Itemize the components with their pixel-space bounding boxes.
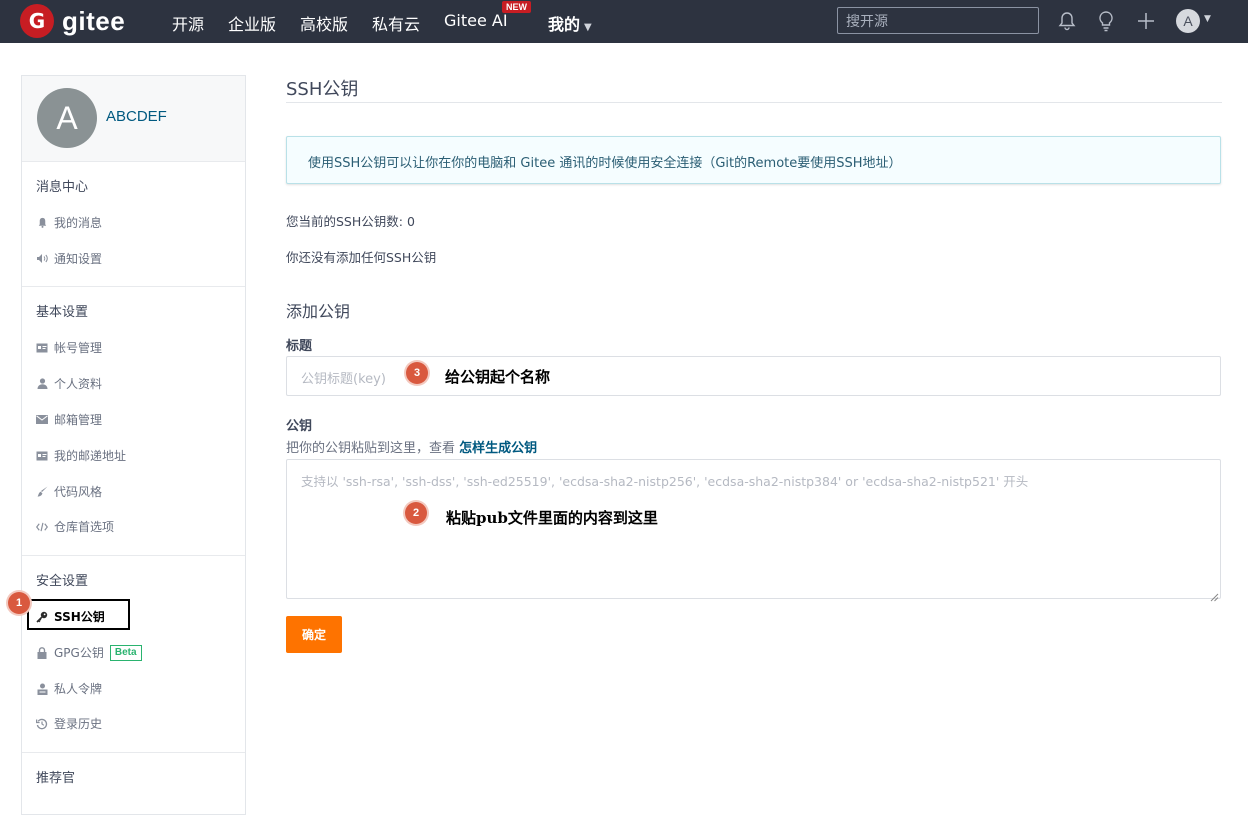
ssh-key-count: 您当前的SSH公钥数: 0 [286, 214, 415, 229]
plus-icon[interactable] [1135, 10, 1157, 32]
nav-opensource[interactable]: 开源 [172, 11, 204, 35]
section-title-security: 安全设置 [36, 574, 89, 589]
username-link[interactable]: ABCDEF [106, 108, 167, 125]
nav-mine-label: 我的 [548, 15, 581, 34]
gitee-logo-text: gitee [62, 5, 126, 36]
nav-gitee-ai[interactable]: Gitee AI [444, 11, 508, 30]
annotation-badge-2: 2 [405, 502, 427, 524]
sidebar-item-label: 私人令牌 [54, 682, 103, 696]
sidebar-item-label: 登录历史 [54, 717, 103, 731]
public-key-textarea[interactable]: 支持以 'ssh-rsa', 'ssh-dss', 'ssh-ed25519',… [286, 459, 1221, 599]
section-title-messages: 消息中心 [36, 180, 89, 195]
nav-enterprise[interactable]: 企业版 [228, 11, 276, 35]
divider [22, 752, 245, 753]
sidebar-item-label: 邮箱管理 [54, 413, 103, 427]
sidebar-item-email[interactable]: 邮箱管理 [36, 411, 102, 428]
annotation-text-2: 粘贴pub文件里面的内容到这里 [446, 509, 658, 527]
resize-handle-icon[interactable] [1209, 587, 1219, 602]
sidebar-item-login-history[interactable]: 登录历史 [36, 715, 102, 732]
nav-private-cloud[interactable]: 私有云 [372, 11, 420, 35]
chevron-down-icon: ▼ [584, 22, 592, 33]
sidebar-profile: A ABCDEF [22, 76, 245, 162]
highlight-box-ssh [27, 599, 130, 630]
sidebar-item-my-messages[interactable]: 我的消息 [36, 214, 102, 231]
avatar[interactable]: A [37, 88, 97, 148]
info-alert: 使用SSH公钥可以让你在你的电脑和 Gitee 通讯的时候使用安全连接（Git的… [286, 136, 1221, 184]
address-card-icon [36, 450, 48, 462]
id-card-icon [36, 342, 48, 354]
sidebar-item-label: 通知设置 [54, 252, 103, 266]
lightbulb-icon[interactable] [1095, 10, 1117, 32]
user-avatar[interactable]: A [1176, 9, 1200, 33]
page-title: SSH公钥 [286, 79, 359, 100]
sidebar-item-label: 仓库首选项 [54, 520, 115, 534]
sidebar-item-label: 帐号管理 [54, 341, 103, 355]
sidebar-item-personal-tokens[interactable]: 私人令牌 [36, 680, 102, 697]
code-icon [36, 521, 48, 533]
divider [22, 555, 245, 556]
user-icon [36, 378, 48, 390]
key-hint-text: 把你的公钥粘贴到这里，查看 [286, 441, 460, 456]
sidebar-item-label: GPG公钥 [54, 646, 104, 660]
token-icon [36, 683, 48, 695]
gitee-logo[interactable]: G gitee [20, 4, 125, 38]
key-label: 公钥 [286, 419, 313, 434]
divider [286, 102, 1222, 103]
sidebar-item-mailing-address[interactable]: 我的邮递地址 [36, 447, 126, 464]
bell-icon[interactable] [1056, 10, 1078, 32]
annotation-badge-1: 1 [8, 592, 30, 614]
how-to-generate-key-link[interactable]: 怎样生成公钥 [459, 441, 537, 456]
sidebar-item-notification-settings[interactable]: 通知设置 [36, 250, 102, 267]
submit-button[interactable]: 确定 [286, 616, 342, 653]
divider [22, 286, 245, 287]
new-badge: NEW [502, 1, 531, 13]
sidebar-item-gpg-keys[interactable]: GPG公钥 Beta [36, 644, 142, 661]
history-icon [36, 718, 48, 730]
key-hint: 把你的公钥粘贴到这里，查看 怎样生成公钥 [286, 437, 537, 456]
gitee-logo-mark: G [20, 4, 54, 38]
brush-icon [36, 486, 48, 498]
sidebar-item-code-style[interactable]: 代码风格 [36, 483, 102, 500]
add-key-heading: 添加公钥 [286, 302, 351, 321]
chevron-down-icon[interactable]: ▼ [1204, 14, 1211, 24]
sidebar-item-label: 我的邮递地址 [54, 449, 127, 463]
annotation-badge-3: 3 [406, 362, 428, 384]
title-label: 标题 [286, 339, 313, 354]
top-navbar: G gitee 开源 企业版 高校版 私有云 Gitee AI NEW 我的 ▼ … [0, 0, 1248, 43]
section-title-basic: 基本设置 [36, 305, 89, 320]
beta-badge: Beta [109, 644, 142, 661]
sidebar-item-label: 我的消息 [54, 216, 103, 230]
sidebar-item-repo-preferences[interactable]: 仓库首选项 [36, 518, 114, 535]
search-input[interactable]: 搜开源 [837, 7, 1039, 34]
annotation-text-3: 给公钥起个名称 [445, 368, 551, 386]
section-title-referral: 推荐官 [36, 771, 76, 786]
sidebar-item-label: 代码风格 [54, 485, 103, 499]
lock-icon [36, 646, 48, 659]
nav-mine[interactable]: 我的 ▼ [548, 11, 592, 35]
settings-sidebar: A ABCDEF 消息中心 我的消息 通知设置 基本设置 帐号管理 个人资料 邮… [21, 75, 246, 815]
sidebar-item-profile[interactable]: 个人资料 [36, 375, 102, 392]
sidebar-item-account[interactable]: 帐号管理 [36, 339, 102, 356]
sidebar-item-label: 个人资料 [54, 377, 103, 391]
speaker-icon [36, 253, 48, 265]
nav-education[interactable]: 高校版 [300, 11, 348, 35]
empty-state-text: 你还没有添加任何SSH公钥 [286, 250, 437, 265]
bell-icon [36, 217, 48, 229]
envelope-icon [36, 414, 48, 426]
